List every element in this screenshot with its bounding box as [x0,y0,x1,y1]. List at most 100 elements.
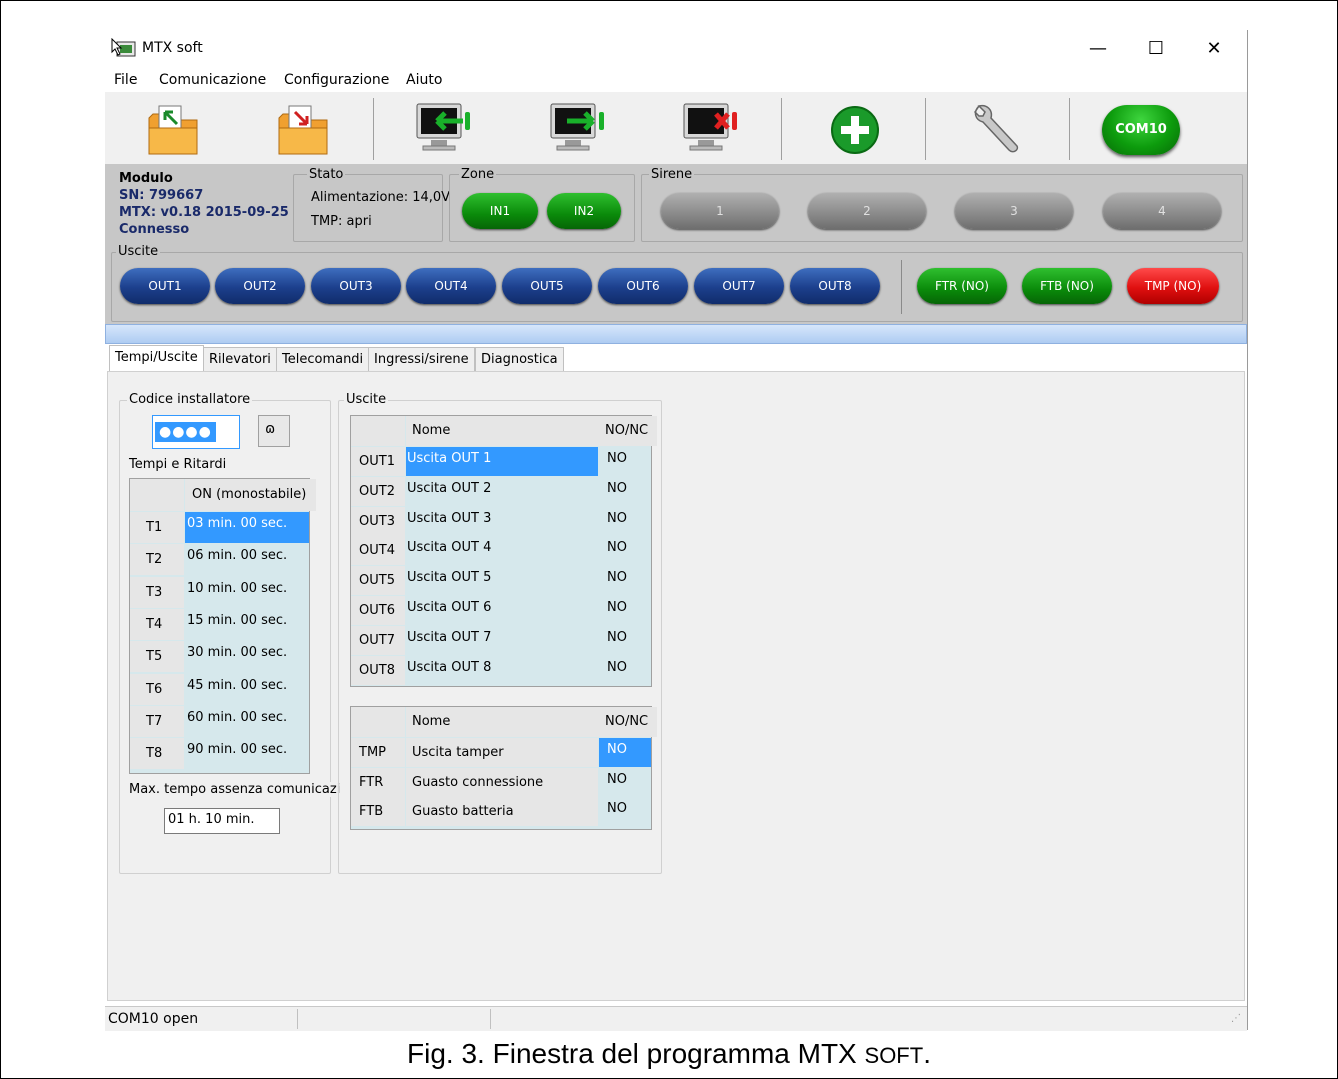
uscite-row-nome[interactable]: Uscita OUT 8 [406,656,598,685]
uscite-row-nonc[interactable]: NO [599,656,651,685]
tab-telecomandi[interactable]: Telecomandi [276,347,370,371]
tempi-table: ON (monostabile) T1 03 min. 00 sec. T2 06 m… [129,478,316,774]
add-icon[interactable] [827,98,887,160]
uscite-row-id: OUT7 [351,625,405,655]
minimize-button[interactable]: — [1075,34,1121,64]
tmp-status[interactable]: TMP (NO) [1127,268,1219,304]
speciali-row-nome[interactable]: Uscita tamper [406,738,598,767]
out1-button[interactable]: OUT1 [120,268,210,304]
uscite-row-id: OUT1 [351,447,405,476]
uscite-row-id: OUT3 [351,506,405,536]
tempi-row-id: T6 [130,673,184,705]
uscite-row-id: OUT2 [351,476,405,506]
resize-grip-icon[interactable]: ⋰ [1231,1013,1241,1024]
tempi-row-id: T5 [130,641,184,673]
uscite-row-nome[interactable]: Uscita OUT 3 [406,507,598,536]
uscite-row-nonc[interactable]: NO [599,626,651,655]
tab-tempi-uscite[interactable]: Tempi/Uscite [109,345,204,371]
sirena-1[interactable]: 1 [661,193,779,229]
tempi-corner [130,479,184,511]
codice-value: ●●●● [155,422,216,442]
ftb-status[interactable]: FTB (NO) [1022,268,1112,304]
zone-in1[interactable]: IN1 [462,193,538,229]
uscite-row-nome[interactable]: Uscita OUT 7 [406,626,598,655]
uscite-row-id: OUT6 [351,596,405,625]
tab-rilevatori[interactable]: Rilevatori [203,347,277,371]
menu-file[interactable]: File [114,72,137,88]
maximize-button[interactable]: ☐ [1133,34,1179,64]
speciali-corner [351,707,405,737]
uscite-row-nonc[interactable]: NO [599,536,651,565]
tempi-row-value[interactable]: 90 min. 00 sec. [185,738,309,769]
tab-ingressi-sirene[interactable]: Ingressi/sirene [368,347,475,371]
menu-aiuto[interactable]: Aiuto [406,72,442,88]
sirena-2[interactable]: 2 [808,193,926,229]
uscite-row-nome[interactable]: Uscita OUT 6 [406,596,598,625]
tempi-row-value[interactable]: 45 min. 00 sec. [185,674,309,705]
toolbar-separator [925,98,926,160]
uscite-row-nome[interactable]: Uscita OUT 1 [406,447,598,476]
tempi-row-value[interactable]: 60 min. 00 sec. [185,706,309,737]
ftr-status[interactable]: FTR (NO) [917,268,1007,304]
out5-button[interactable]: OUT5 [502,268,592,304]
uscite-separator [901,260,902,314]
speciali-row-nome[interactable]: Guasto batteria [406,797,598,827]
toolbar-separator [781,98,782,160]
open-file-icon[interactable] [145,98,205,160]
speciali-row-nonc[interactable]: NO [599,768,651,797]
app-icon [111,38,136,57]
menu-comunicazione[interactable]: Comunicazione [159,72,266,88]
menu-configurazione[interactable]: Configurazione [284,72,389,88]
write-module-icon[interactable] [547,98,607,160]
tab-diagnostica[interactable]: Diagnostica [475,347,564,371]
uscite-row-nonc[interactable]: NO [599,447,651,476]
speciali-col-nome: Nome [406,707,604,737]
uscite-row-nonc[interactable]: NO [599,566,651,595]
com-port-button[interactable]: COM10 [1102,105,1180,155]
module-version: MTX: v0.18 2015-09-25 [119,205,289,220]
tempi-row-value[interactable]: 30 min. 00 sec. [185,641,309,672]
status-text: COM10 open [108,1011,199,1027]
uscite-label: Uscite [116,244,161,259]
tempi-row-value[interactable]: 03 min. 00 sec. [185,512,309,543]
max-tempo-input[interactable]: 01 h. 10 min. [164,808,280,834]
uscite-row-nome[interactable]: Uscita OUT 2 [406,477,598,506]
out4-button[interactable]: OUT4 [406,268,496,304]
glasses-icon: ɷ [265,421,276,437]
save-file-icon[interactable] [275,98,335,160]
tempi-row-value[interactable]: 15 min. 00 sec. [185,609,309,640]
show-password-button[interactable]: ɷ [258,415,290,447]
uscite-row-nome[interactable]: Uscita OUT 5 [406,566,598,595]
out6-button[interactable]: OUT6 [598,268,688,304]
speciali-row-nonc[interactable]: NO [599,797,651,826]
close-button[interactable]: ✕ [1191,34,1237,64]
speciali-col-nonc: NO/NC [599,707,657,737]
disconnect-icon[interactable] [680,98,740,160]
stato-group [293,174,443,242]
sirena-4[interactable]: 4 [1103,193,1221,229]
tempi-row-value[interactable]: 06 min. 00 sec. [185,544,309,575]
zone-in2[interactable]: IN2 [547,193,621,229]
uscite-row-nome[interactable]: Uscita OUT 4 [406,536,598,565]
status-divider [297,1009,298,1029]
speciali-row-nome[interactable]: Guasto connessione [406,767,598,797]
module-connection: Connesso [119,222,190,237]
uscite-row-nonc[interactable]: NO [599,477,651,506]
caption-smallcaps: SOFT [864,1043,924,1068]
uscite-row-nonc[interactable]: NO [599,507,651,536]
speciali-row-nonc[interactable]: NO [599,738,651,767]
out3-button[interactable]: OUT3 [311,268,401,304]
uscite-row-nonc[interactable]: NO [599,596,651,625]
tempi-row-value[interactable]: 10 min. 00 sec. [185,577,309,608]
out7-button[interactable]: OUT7 [694,268,784,304]
sirena-3[interactable]: 3 [955,193,1073,229]
read-module-icon[interactable] [413,98,473,160]
module-serial: SN: 799667 [119,188,204,203]
out8-button[interactable]: OUT8 [790,268,880,304]
tempi-row-id: T4 [130,608,184,640]
wrench-icon[interactable] [969,98,1029,160]
max-tempo-label: Max. tempo assenza comunicazi [127,782,343,797]
tempi-header: ON (monostabile) [185,479,316,511]
out2-button[interactable]: OUT2 [215,268,305,304]
codice-input[interactable]: ●●●● [152,415,240,449]
